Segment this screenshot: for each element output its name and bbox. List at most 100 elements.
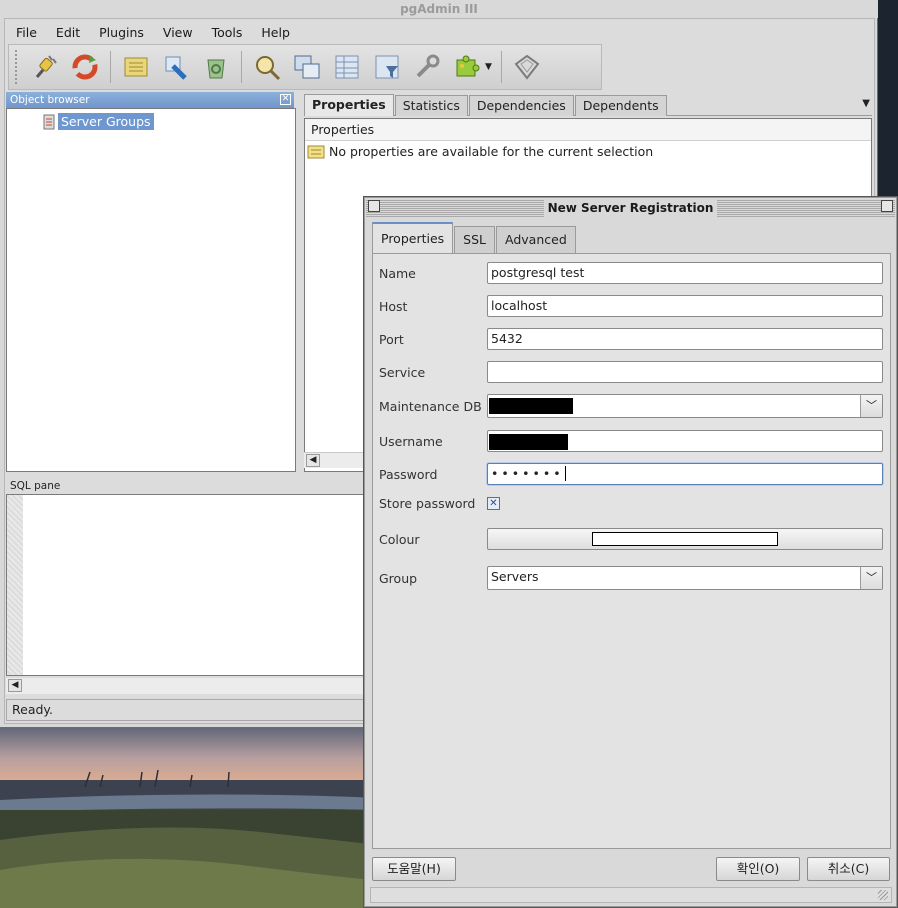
tab-properties[interactable]: Properties <box>304 94 394 116</box>
name-row: Name postgresql test <box>379 262 885 284</box>
host-field[interactable]: localhost <box>487 295 883 317</box>
group-combo[interactable]: Servers ﹀ <box>487 566 883 590</box>
port-label: Port <box>379 331 404 347</box>
help-button[interactable] <box>509 49 545 85</box>
menu-view[interactable]: View <box>153 22 202 44</box>
tab-advanced[interactable]: Advanced <box>496 226 576 253</box>
plugins-dropdown-arrow[interactable]: ▼ <box>485 62 492 72</box>
username-row: Username <box>379 430 885 452</box>
password-value: ••••••• <box>491 466 564 481</box>
tabs-menu-arrow[interactable]: ▼ <box>862 98 870 109</box>
group-label: Group <box>379 570 418 586</box>
properties-message-row: No properties are available for the curr… <box>305 141 871 159</box>
dialog-title: New Server Registration <box>543 199 718 217</box>
toolbar-separator <box>110 51 111 83</box>
scroll-left-arrow[interactable]: ◀ <box>8 679 22 692</box>
properties-horizontal-scrollbar[interactable]: ◀ <box>304 452 366 468</box>
object-browser-title: Object browser <box>10 94 90 106</box>
query-tool-button[interactable] <box>289 49 325 85</box>
name-label: Name <box>379 265 416 281</box>
view-data-button[interactable] <box>329 49 365 85</box>
dialog-status-bar <box>370 887 892 903</box>
properties-icon <box>124 57 148 77</box>
ok-button[interactable]: 확인(O) <box>716 857 800 881</box>
refresh-button[interactable] <box>67 49 103 85</box>
username-field[interactable] <box>487 430 883 452</box>
password-field[interactable]: ••••••• <box>487 463 883 485</box>
plugins-button[interactable] <box>449 49 485 85</box>
redacted-block <box>489 398 573 414</box>
search-icon <box>256 56 281 81</box>
tab-dependents[interactable]: Dependents <box>574 95 667 116</box>
server-groups-icon <box>43 114 55 129</box>
maintenance-db-combo[interactable]: ﹀ <box>487 394 883 418</box>
toolbar-grip[interactable] <box>15 50 19 84</box>
name-field[interactable]: postgresql test <box>487 262 883 284</box>
tab-dependencies[interactable]: Dependencies <box>468 95 574 116</box>
sql-horizontal-scrollbar[interactable]: ◀ <box>6 678 366 694</box>
window-menu-button[interactable] <box>368 200 380 212</box>
tab-statistics[interactable]: Statistics <box>394 95 468 116</box>
object-browser-tree[interactable]: Server Groups <box>6 108 296 472</box>
chevron-down-icon[interactable]: ﹀ <box>860 395 882 417</box>
sql-line-gutter <box>7 495 23 675</box>
menu-bar: File Edit Plugins View Tools Help <box>6 22 299 44</box>
chevron-down-icon[interactable]: ﹀ <box>860 567 882 589</box>
maintenance-db-label: Maintenance DB <box>379 398 482 414</box>
colour-picker-button[interactable] <box>487 528 883 550</box>
sql-pane-title: SQL pane <box>10 480 61 492</box>
resize-grip-icon[interactable] <box>878 890 888 900</box>
create-object-button[interactable] <box>158 49 194 85</box>
password-row: Password ••••••• <box>379 463 885 485</box>
sql-pane-editor[interactable] <box>6 494 366 676</box>
menu-edit[interactable]: Edit <box>46 22 89 44</box>
help-button[interactable]: 도움말(H) <box>372 857 456 881</box>
delete-button[interactable] <box>198 49 234 85</box>
service-row: Service <box>379 361 885 383</box>
colour-label: Colour <box>379 531 420 547</box>
help-icon <box>514 54 540 80</box>
port-field[interactable]: 5432 <box>487 328 883 350</box>
menu-tools[interactable]: Tools <box>202 22 252 44</box>
maximize-button[interactable] <box>881 200 893 212</box>
cancel-button[interactable]: 취소(C) <box>807 857 890 881</box>
main-toolbar: ▼ <box>8 44 602 90</box>
dialog-tabs: Properties SSL Advanced <box>372 222 577 253</box>
colour-row: Colour <box>379 528 885 550</box>
tree-item-server-groups[interactable]: Server Groups <box>43 113 154 130</box>
view-filtered-data-button[interactable] <box>369 49 405 85</box>
scroll-left-arrow[interactable]: ◀ <box>306 454 320 467</box>
menu-help[interactable]: Help <box>251 22 299 44</box>
properties-button[interactable] <box>118 49 154 85</box>
maintenance-button[interactable] <box>409 49 445 85</box>
menu-file[interactable]: File <box>6 22 46 44</box>
store-password-row: Store password ✕ <box>379 496 885 511</box>
text-cursor <box>564 466 566 481</box>
password-label: Password <box>379 466 438 482</box>
window-title: pgAdmin III <box>0 0 878 18</box>
query-tool-icon <box>294 55 320 79</box>
store-password-checkbox[interactable]: ✕ <box>487 497 500 510</box>
dialog-title-bar[interactable]: New Server Registration <box>366 199 895 217</box>
create-icon <box>165 56 187 80</box>
close-icon[interactable]: ✕ <box>280 94 291 105</box>
plug-icon <box>35 55 57 78</box>
new-server-registration-dialog: New Server Registration Properties SSL A… <box>363 196 898 908</box>
port-row: Port 5432 <box>379 328 885 350</box>
object-browser-header: Object browser ✕ <box>6 92 294 108</box>
group-row: Group Servers ﹀ <box>379 566 885 590</box>
search-objects-button[interactable] <box>249 49 285 85</box>
menu-plugins[interactable]: Plugins <box>89 22 153 44</box>
maintenance-db-row: Maintenance DB ﹀ <box>379 394 885 418</box>
group-value: Servers <box>491 569 539 584</box>
host-label: Host <box>379 298 408 314</box>
tab-ssl[interactable]: SSL <box>454 226 496 253</box>
dialog-properties-panel: Name postgresql test Host localhost Port… <box>372 253 891 849</box>
service-field[interactable] <box>487 361 883 383</box>
view-data-icon <box>335 55 359 79</box>
properties-tabs: Properties Statistics Dependencies Depen… <box>304 94 872 116</box>
connect-button[interactable] <box>27 49 63 85</box>
redacted-block <box>489 434 568 450</box>
store-password-label: Store password <box>379 496 476 511</box>
tab-properties[interactable]: Properties <box>372 222 454 253</box>
